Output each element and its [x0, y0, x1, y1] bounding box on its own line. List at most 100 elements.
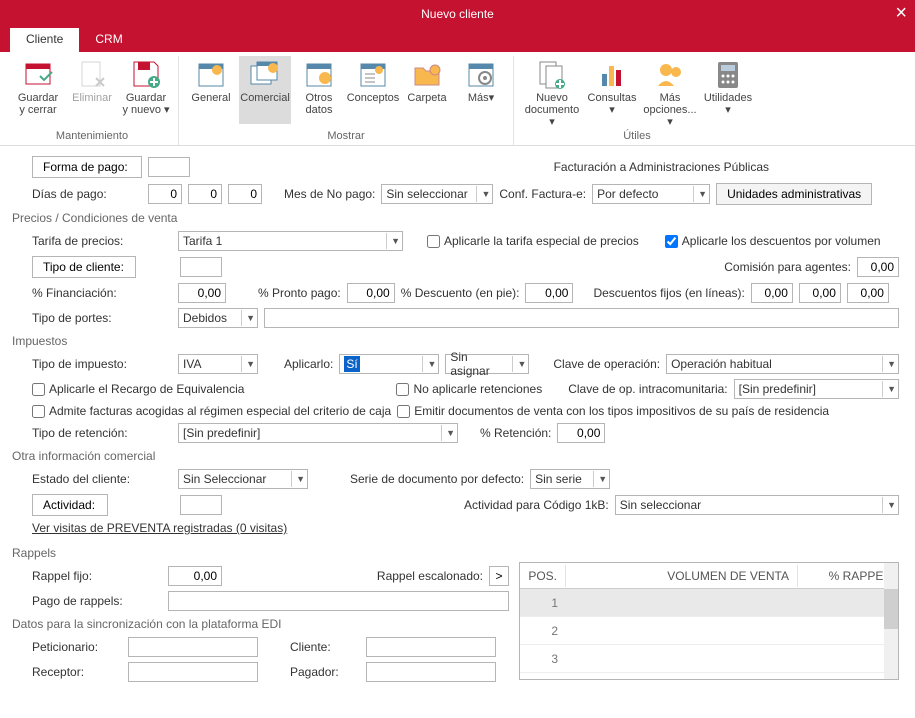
pagador-input[interactable]	[366, 662, 496, 682]
forma-pago-button[interactable]: Forma de pago:	[32, 156, 142, 178]
section-precios: Precios / Condiciones de venta	[12, 211, 899, 225]
desc-fijos-3[interactable]	[847, 283, 889, 303]
col-pos[interactable]: POS.	[520, 565, 566, 587]
dias-pago-1[interactable]	[148, 184, 182, 204]
comision-input[interactable]	[857, 257, 899, 277]
receptor-label: Receptor:	[32, 665, 122, 679]
ribbon-utilidades[interactable]: Utilidades ▾	[702, 56, 754, 124]
aplicarlo-combo[interactable]: Sí▼	[339, 354, 439, 374]
aplicarlo-combo2[interactable]: Sin asignar▼	[445, 354, 529, 374]
link-preventa[interactable]: Ver visitas de PREVENTA registradas (0 v…	[32, 521, 287, 535]
nuevo-doc-icon	[536, 58, 568, 90]
tab-crm[interactable]: CRM	[79, 28, 138, 52]
receptor-input[interactable]	[128, 662, 258, 682]
desc-fijos-label: Descuentos fijos (en líneas):	[593, 286, 744, 300]
actividad-1kb-combo[interactable]: Sin seleccionar▼	[615, 495, 899, 515]
mes-no-pago-label: Mes de No pago:	[284, 187, 375, 201]
clave-op-label: Clave de operación:	[553, 357, 660, 371]
col-rappel[interactable]: % RAPPEL	[798, 565, 898, 587]
tipo-retencion-label: Tipo de retención:	[32, 426, 172, 440]
clave-intra-label: Clave de op. intracomunitaria:	[568, 382, 727, 396]
tipo-portes-combo[interactable]: Debidos▼	[178, 308, 258, 328]
ribbon-consultas[interactable]: Consultas ▾	[586, 56, 638, 124]
rappel-fijo-label: Rappel fijo:	[32, 569, 162, 583]
cliente-edi-input[interactable]	[366, 637, 496, 657]
chevron-down-icon: ▼	[291, 471, 305, 487]
rappel-table: POS. VOLUMEN DE VENTA % RAPPEL 1 2 3	[519, 562, 899, 680]
chk-no-retenciones[interactable]: No aplicarle retenciones	[396, 382, 542, 396]
actividad-button[interactable]: Actividad:	[32, 494, 108, 516]
ribbon-comercial[interactable]: Comercial	[239, 56, 291, 124]
dias-pago-2[interactable]	[188, 184, 222, 204]
desc-pie-input[interactable]	[525, 283, 573, 303]
clave-op-combo[interactable]: Operación habitual▼	[666, 354, 899, 374]
ribbon-carpeta[interactable]: Carpeta	[401, 56, 453, 124]
ribbon: Guardar y cerrar Eliminar Guardar y nuev…	[0, 52, 915, 146]
peticionario-input[interactable]	[128, 637, 258, 657]
chk-desc-volumen[interactable]: Aplicarle los descuentos por volumen	[665, 234, 881, 248]
rappel-escalonado-label: Rappel escalonado:	[377, 569, 483, 583]
chevron-down-icon: ▼	[593, 471, 607, 487]
desc-fijos-1[interactable]	[751, 283, 793, 303]
ribbon-otros-datos[interactable]: Otros datos	[293, 56, 345, 124]
chk-regimen-caja[interactable]: Admite facturas acogidas al régimen espe…	[32, 404, 391, 418]
calculator-icon	[712, 58, 744, 90]
conceptos-icon	[357, 58, 389, 90]
chevron-down-icon: ▼	[693, 186, 707, 202]
conf-factura-combo[interactable]: Por defecto▼	[592, 184, 710, 204]
save-new-icon	[130, 58, 162, 90]
rappel-fijo-input[interactable]	[168, 566, 222, 586]
ribbon-mas-opciones[interactable]: Más opciones... ▾	[640, 56, 700, 124]
pago-rappels-input[interactable]	[168, 591, 509, 611]
pct-retencion-input[interactable]	[557, 423, 605, 443]
save-close-icon	[22, 58, 54, 90]
pronto-pago-input[interactable]	[347, 283, 395, 303]
table-row[interactable]: 3	[520, 645, 898, 673]
tipo-cliente-button[interactable]: Tipo de cliente:	[32, 256, 136, 278]
ribbon-mas-mostrar[interactable]: Más▾	[455, 56, 507, 124]
ribbon-guardar-nuevo[interactable]: Guardar y nuevo ▾	[120, 56, 172, 124]
ribbon-nuevo-documento[interactable]: Nuevo documento ▾	[520, 56, 584, 124]
scrollbar[interactable]	[884, 563, 898, 679]
tab-cliente[interactable]: Cliente	[10, 28, 79, 52]
tipo-portes-text[interactable]	[264, 308, 899, 328]
tipo-impuesto-label: Tipo de impuesto:	[32, 357, 172, 371]
chevron-down-icon: ▼	[386, 233, 400, 249]
ribbon-group-mostrar: Mostrar	[327, 130, 364, 142]
financiacion-label: % Financiación:	[32, 286, 172, 300]
titlebar: Nuevo cliente ×	[0, 0, 915, 28]
otros-datos-icon	[303, 58, 335, 90]
rappel-escalonado-button[interactable]: >	[489, 566, 509, 586]
comision-label: Comisión para agentes:	[724, 260, 851, 274]
forma-pago-input[interactable]	[148, 157, 190, 177]
estado-cliente-combo[interactable]: Sin Seleccionar▼	[178, 469, 308, 489]
table-row[interactable]: 2	[520, 617, 898, 645]
desc-fijos-2[interactable]	[799, 283, 841, 303]
ribbon-general[interactable]: General	[185, 56, 237, 124]
dias-pago-3[interactable]	[228, 184, 262, 204]
ribbon-eliminar[interactable]: Eliminar	[66, 56, 118, 124]
tarifa-combo[interactable]: Tarifa 1▼	[178, 231, 403, 251]
tipo-retencion-combo[interactable]: [Sin predefinir]▼	[178, 423, 458, 443]
close-icon[interactable]: ×	[895, 2, 907, 25]
financiacion-input[interactable]	[178, 283, 226, 303]
unidades-admin-button[interactable]: Unidades administrativas	[716, 183, 872, 205]
tipo-impuesto-combo[interactable]: IVA▼	[178, 354, 258, 374]
pronto-pago-label: % Pronto pago:	[258, 286, 341, 300]
tipo-cliente-input[interactable]	[180, 257, 222, 277]
serie-doc-combo[interactable]: Sin serie▼	[530, 469, 610, 489]
chk-recargo[interactable]: Aplicarle el Recargo de Equivalencia	[32, 382, 244, 396]
chk-emitir-residencia[interactable]: Emitir documentos de venta con los tipos…	[397, 404, 829, 418]
ribbon-guardar-cerrar[interactable]: Guardar y cerrar	[12, 56, 64, 124]
actividad-input[interactable]	[180, 495, 222, 515]
ribbon-conceptos[interactable]: Conceptos	[347, 56, 399, 124]
gear-icon	[465, 58, 497, 90]
chk-tarifa-especial[interactable]: Aplicarle la tarifa especial de precios	[427, 234, 639, 248]
conf-factura-label: Conf. Factura-e:	[499, 187, 586, 201]
col-volumen[interactable]: VOLUMEN DE VENTA	[566, 565, 798, 587]
carpeta-icon	[411, 58, 443, 90]
chevron-down-icon: ▼	[512, 356, 526, 372]
mes-no-pago-combo[interactable]: Sin seleccionar▼	[381, 184, 493, 204]
table-row[interactable]: 1	[520, 589, 898, 617]
clave-intra-combo[interactable]: [Sin predefinir]▼	[734, 379, 899, 399]
